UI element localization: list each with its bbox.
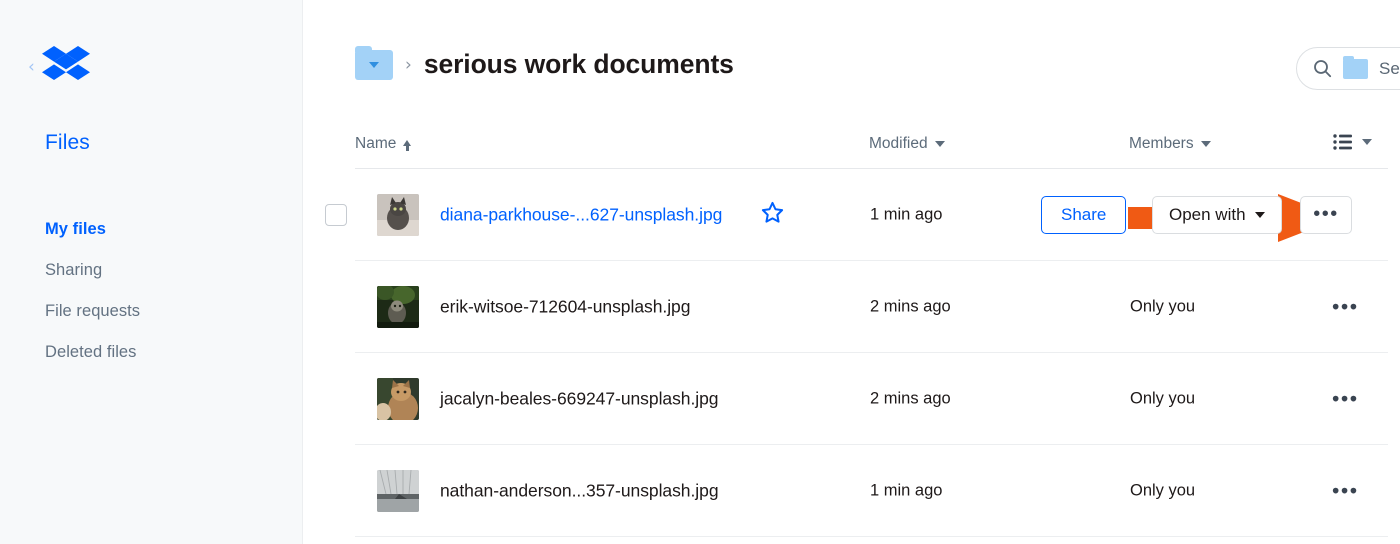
column-header-members[interactable]: Members — [1129, 135, 1211, 153]
file-name-link[interactable]: diana-parkhouse-...627-unsplash.jpg — [440, 204, 722, 225]
sort-ascending-icon — [403, 140, 412, 151]
sidebar-logo-row: ‹ — [28, 46, 90, 88]
thumbnail-cat-gray — [377, 193, 419, 236]
share-button[interactable]: Share — [1041, 195, 1127, 234]
cell-modified: 2 mins ago — [870, 297, 951, 315]
cell-members: Only you — [1130, 297, 1196, 315]
sidebar-item-sharing[interactable]: Sharing — [45, 250, 275, 291]
chevron-down-icon — [369, 61, 379, 68]
file-thumbnail — [377, 377, 419, 420]
chevron-down-icon — [1362, 139, 1372, 145]
thumbnail-cat-orange — [377, 377, 419, 420]
file-thumbnail — [377, 469, 419, 512]
sidebar-item-deleted-files[interactable]: Deleted files — [45, 332, 275, 373]
sidebar-collapse-icon[interactable]: ‹ — [28, 58, 35, 76]
cell-modified: 2 mins ago — [870, 389, 951, 407]
table-row[interactable]: jacalyn-beales-669247-unsplash.jpg 2 min… — [355, 353, 1388, 445]
column-header-name-label: Name — [355, 135, 397, 152]
column-header-members-label: Members — [1129, 135, 1194, 152]
chevron-down-icon — [934, 141, 945, 147]
file-list: diana-parkhouse-...627-unsplash.jpg 1 mi… — [303, 169, 1400, 537]
table-row[interactable]: erik-witsoe-712604-unsplash.jpg 2 mins a… — [355, 261, 1388, 353]
row-more-actions-button[interactable]: ••• — [1332, 388, 1359, 409]
column-header-modified[interactable]: Modified — [869, 135, 945, 153]
thumbnail-gray-scene — [377, 469, 419, 512]
table-row[interactable]: diana-parkhouse-...627-unsplash.jpg 1 mi… — [325, 169, 1388, 261]
search-icon — [1314, 60, 1332, 78]
chevron-down-icon — [1200, 141, 1211, 147]
breadcrumb-folder-icon[interactable] — [355, 45, 393, 80]
list-view-icon — [1333, 134, 1352, 150]
chevron-down-icon — [1254, 211, 1265, 218]
file-name[interactable]: erik-witsoe-712604-unsplash.jpg — [440, 296, 690, 317]
open-with-button[interactable]: Open with — [1152, 195, 1282, 234]
file-thumbnail — [377, 193, 419, 236]
column-header-name[interactable]: Name — [355, 135, 412, 153]
dropbox-logo[interactable] — [41, 46, 90, 88]
sidebar-files-link[interactable]: Files — [45, 131, 90, 155]
thumbnail-cat-green — [377, 285, 419, 328]
row-more-actions-button[interactable]: ••• — [1332, 296, 1359, 317]
column-header-modified-label: Modified — [869, 135, 928, 152]
breadcrumb-separator: › — [405, 54, 412, 75]
cell-members: Only you — [1130, 481, 1196, 499]
table-column-headers: Name Modified Members — [303, 130, 1400, 168]
table-row[interactable]: nathan-anderson...357-unsplash.jpg 1 min… — [355, 445, 1388, 537]
file-name[interactable]: jacalyn-beales-669247-unsplash.jpg — [440, 388, 719, 409]
search-input[interactable]: Se — [1296, 47, 1400, 90]
cell-modified: 1 min ago — [870, 481, 943, 499]
row-checkbox[interactable] — [325, 203, 347, 226]
file-thumbnail — [377, 285, 419, 328]
main-content: › serious work documents Se Name Modifie… — [303, 0, 1400, 544]
page-title: serious work documents — [423, 49, 734, 79]
sidebar-item-my-files[interactable]: My files — [45, 209, 275, 250]
dropbox-file-browser: ‹ Files My files Sharing File requests D… — [0, 0, 1400, 544]
sidebar-nav: My files Sharing File requests Deleted f… — [45, 209, 275, 373]
sidebar: ‹ Files My files Sharing File requests D… — [0, 0, 303, 544]
search-input-value: Se — [1379, 58, 1400, 78]
star-icon[interactable] — [761, 201, 784, 229]
open-with-label: Open with — [1169, 204, 1246, 224]
view-options-control[interactable] — [1333, 134, 1372, 150]
sidebar-item-file-requests[interactable]: File requests — [45, 291, 275, 332]
file-name[interactable]: nathan-anderson...357-unsplash.jpg — [440, 480, 719, 501]
row-more-actions-button[interactable]: ••• — [1332, 480, 1359, 501]
breadcrumb: › serious work documents — [355, 45, 734, 80]
row-more-actions-button[interactable]: ••• — [1300, 195, 1352, 234]
search-scope-folder-icon[interactable] — [1343, 55, 1368, 79]
cell-members: Only you — [1130, 389, 1196, 407]
cell-modified: 1 min ago — [870, 205, 943, 223]
